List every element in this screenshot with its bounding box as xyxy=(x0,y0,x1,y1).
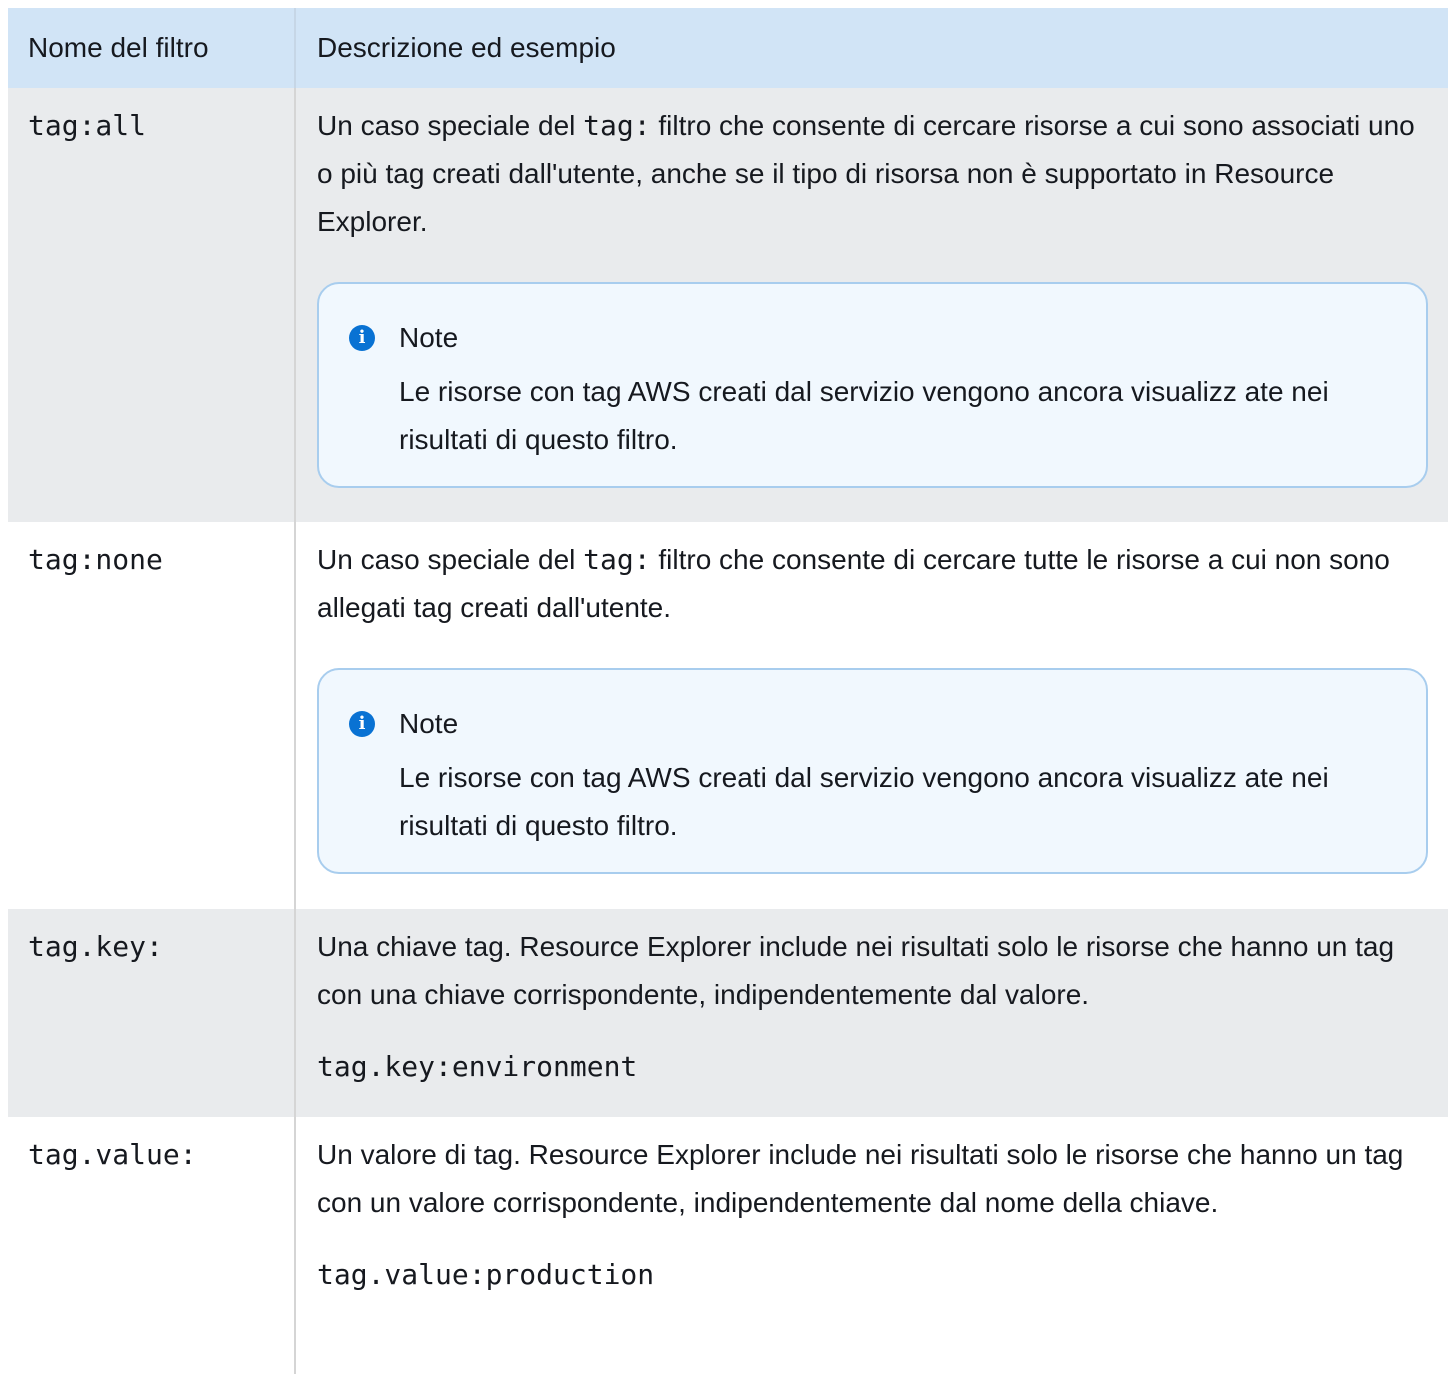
inline-code: tag: xyxy=(583,109,651,142)
filter-name: tag:all xyxy=(28,109,147,142)
table-row: tag:all Un caso speciale del tag: filtro… xyxy=(8,88,1448,522)
column-header-description: Descrizione ed esempio xyxy=(294,8,1448,88)
filter-description: Un caso speciale del tag: filtro che con… xyxy=(317,109,1415,237)
filter-description: Una chiave tag. Resource Explorer includ… xyxy=(317,931,1395,1010)
filter-name: tag.value: xyxy=(28,1138,197,1171)
info-icon: i xyxy=(349,325,375,351)
note-title: Note xyxy=(399,322,459,353)
inline-code: tag: xyxy=(583,543,651,576)
column-header-filter-name: Nome del filtro xyxy=(8,8,295,88)
info-icon: i xyxy=(349,711,375,737)
note-title: Note xyxy=(399,708,459,739)
filter-name: tag:none xyxy=(28,543,163,576)
table-header-row: Nome del filtro Descrizione ed esempio xyxy=(8,8,1448,88)
table-row: tag.value: Un valore di tag. Resource Ex… xyxy=(8,1117,1448,1374)
note-callout: i Note Le risorse con tag AWS creati dal… xyxy=(317,668,1428,874)
filter-name: tag.key: xyxy=(28,930,163,963)
note-callout: i Note Le risorse con tag AWS creati dal… xyxy=(317,282,1428,488)
filter-table-container: Nome del filtro Descrizione ed esempio t… xyxy=(8,8,1448,1374)
note-text: Le risorse con tag AWS creati dal serviz… xyxy=(399,376,1329,455)
filter-table: Nome del filtro Descrizione ed esempio t… xyxy=(8,8,1448,1374)
filter-example: tag.key:environment xyxy=(317,1050,638,1083)
table-row: tag.key: Una chiave tag. Resource Explor… xyxy=(8,909,1448,1117)
filter-description: Un caso speciale del tag: filtro che con… xyxy=(317,543,1390,623)
filter-description: Un valore di tag. Resource Explorer incl… xyxy=(317,1139,1404,1218)
filter-example: tag.value:production xyxy=(317,1258,655,1291)
table-row: tag:none Un caso speciale del tag: filtr… xyxy=(8,522,1448,909)
note-text: Le risorse con tag AWS creati dal serviz… xyxy=(399,762,1329,841)
